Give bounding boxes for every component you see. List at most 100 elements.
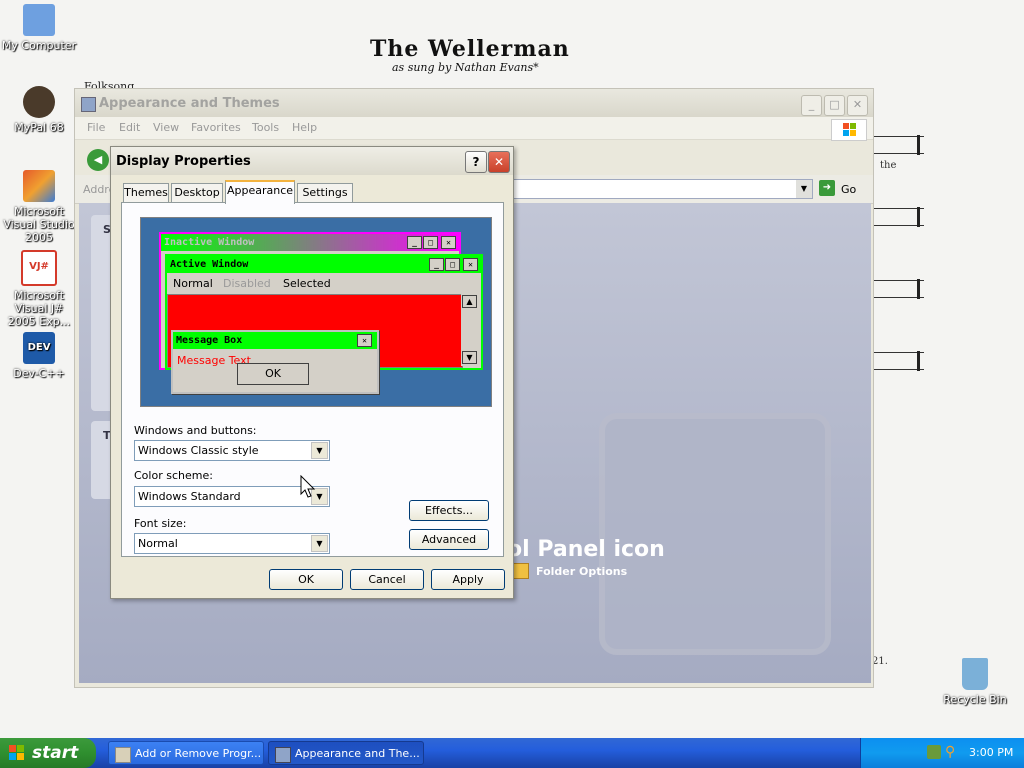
desktop-icon-recycle-bin[interactable]: Recycle Bin: [936, 658, 1014, 706]
close-icon: ✕: [463, 258, 478, 271]
minimize-button[interactable]: _: [801, 95, 822, 116]
preview-msgbox-titlebar: Message Box ✕: [173, 332, 377, 349]
folder-options-link[interactable]: Folder Options: [536, 565, 627, 578]
menu-file[interactable]: File: [87, 121, 105, 134]
color-scheme-label: Color scheme:: [134, 469, 213, 482]
taskbar-button-add-remove[interactable]: Add or Remove Progr...: [108, 741, 264, 765]
tab-themes[interactable]: Themes: [123, 183, 169, 202]
control-panel-icon: [275, 747, 291, 763]
maximize-icon: □: [423, 236, 438, 249]
wallpaper-text: 21.: [872, 656, 888, 667]
taskbar-button-appearance[interactable]: Appearance and The...: [268, 741, 424, 765]
back-button[interactable]: ◀: [87, 149, 109, 171]
music-staff: [872, 135, 924, 155]
add-remove-programs-icon: [115, 747, 131, 763]
go-button[interactable]: Go: [841, 183, 856, 196]
raccoon-icon: [23, 86, 55, 118]
clock: 3:00 PM: [969, 746, 1014, 759]
preview-menu-selected: Selected: [283, 277, 331, 290]
wallpaper-text: the: [880, 160, 897, 171]
preview-scrollbar: ▲ ▼: [461, 294, 477, 366]
desktop-icon-label: My Computer: [1, 39, 77, 52]
windows-buttons-label: Windows and buttons:: [134, 424, 257, 437]
preview-msgbox-title: Message Box: [176, 335, 243, 346]
tab-desktop[interactable]: Desktop: [171, 183, 223, 202]
maximize-icon: □: [445, 258, 460, 271]
desktop-icon-visual-studio[interactable]: Microsoft Visual Studio 2005: [0, 170, 78, 244]
preview-inactive-title: Inactive Window: [164, 237, 255, 248]
preview-active-title: Active Window: [170, 259, 249, 270]
scroll-up-icon: ▲: [462, 295, 477, 308]
menu-tools[interactable]: Tools: [252, 121, 279, 134]
menu-help[interactable]: Help: [292, 121, 317, 134]
desktop-icon-mypal[interactable]: MyPal 68: [0, 86, 78, 134]
windows-flag-icon: [831, 119, 867, 141]
search-icon[interactable]: ⚲: [945, 744, 955, 760]
effects-button[interactable]: Effects...: [409, 500, 489, 521]
advanced-button[interactable]: Advanced: [409, 529, 489, 550]
font-size-label: Font size:: [134, 517, 187, 530]
ok-button[interactable]: OK: [269, 569, 343, 590]
preview-msgbox-ok: OK: [237, 363, 309, 385]
music-staff: [872, 279, 924, 299]
chevron-down-icon[interactable]: ▼: [311, 442, 328, 459]
preview-message-box: Message Box ✕ Message Text OK: [171, 330, 379, 394]
visual-studio-icon: [23, 170, 55, 202]
close-icon: ✕: [357, 334, 372, 347]
desktop-icon-label: Dev-C++: [13, 367, 65, 380]
computer-icon: [23, 4, 55, 36]
menu-bar: File Edit View Favorites Tools Help: [75, 117, 873, 140]
close-icon: ✕: [441, 236, 456, 249]
network-icon[interactable]: [927, 745, 941, 759]
close-button[interactable]: ✕: [488, 151, 510, 173]
tab-settings[interactable]: Settings: [297, 183, 353, 202]
desktop-icon-devcpp[interactable]: DEV Dev-C++: [0, 332, 78, 380]
menu-view[interactable]: View: [153, 121, 179, 134]
help-button[interactable]: ?: [465, 151, 487, 173]
chevron-down-icon[interactable]: ▼: [311, 535, 328, 552]
windows-buttons-select[interactable]: Windows Classic style ▼: [134, 440, 330, 461]
checkmark-watermark-icon: [599, 413, 831, 655]
dialog-title: Display Properties: [116, 154, 251, 169]
menu-favorites[interactable]: Favorites: [191, 121, 241, 134]
start-button[interactable]: start: [0, 738, 96, 768]
appearance-preview: Inactive Window _ □ ✕ Active Window _ □ …: [140, 217, 492, 407]
devcpp-icon: DEV: [23, 332, 55, 364]
start-label: start: [32, 743, 79, 763]
dialog-titlebar[interactable]: Display Properties ? ✕: [111, 147, 513, 175]
vjsharp-icon: VJ#: [21, 250, 57, 286]
content-heading: ol Panel icon: [507, 537, 665, 562]
menu-edit[interactable]: Edit: [119, 121, 140, 134]
close-button[interactable]: ✕: [847, 95, 868, 116]
preview-active-titlebar: Active Window _ □ ✕: [167, 256, 481, 273]
window-titlebar[interactable]: Appearance and Themes _ □ ✕: [75, 89, 873, 117]
preview-menu-disabled: Disabled: [223, 277, 271, 290]
minimize-icon: _: [429, 258, 444, 271]
system-tray: ⚲ 3:00 PM: [860, 738, 1024, 768]
desktop-icon-visual-jsharp[interactable]: VJ# Microsoft Visual J# 2005 Exp...: [0, 250, 78, 328]
scroll-down-icon: ▼: [462, 351, 477, 364]
taskbar: start Add or Remove Progr... Appearance …: [0, 738, 1024, 768]
tab-appearance[interactable]: Appearance: [225, 180, 295, 204]
desktop-icon-label: MyPal 68: [14, 121, 64, 134]
select-value: Windows Standard: [138, 490, 241, 503]
music-staff: [872, 207, 924, 227]
go-arrow-icon[interactable]: ➜: [819, 180, 835, 196]
folder-icon: [513, 563, 529, 579]
desktop-icon-label: Microsoft Visual Studio 2005: [3, 205, 75, 244]
desktop-icon-my-computer[interactable]: My Computer: [0, 4, 78, 52]
desktop-icon-label: Microsoft Visual J# 2005 Exp...: [7, 289, 71, 328]
font-size-select[interactable]: Normal ▼: [134, 533, 330, 554]
recycle-bin-icon: [962, 658, 988, 690]
display-properties-dialog: Display Properties ? ✕ Themes Desktop Ap…: [110, 146, 514, 599]
select-value: Windows Classic style: [138, 444, 259, 457]
chevron-down-icon[interactable]: ▼: [796, 180, 812, 198]
wallpaper-title: The Wellerman: [370, 36, 570, 62]
maximize-button[interactable]: □: [824, 95, 845, 116]
taskbar-button-label: Add or Remove Progr...: [135, 747, 262, 760]
music-staff: [872, 351, 924, 371]
apply-button[interactable]: Apply: [431, 569, 505, 590]
preview-menu-normal: Normal: [173, 277, 213, 290]
windows-flag-icon: [9, 745, 24, 760]
cancel-button[interactable]: Cancel: [350, 569, 424, 590]
